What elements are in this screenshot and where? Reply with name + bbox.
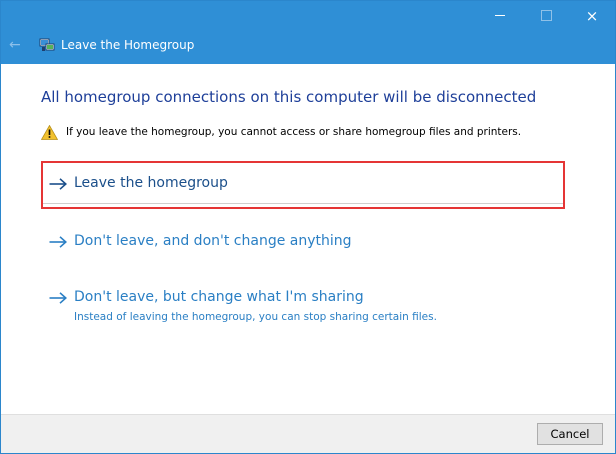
change-sharing-description: Instead of leaving the homegroup, you ca… — [74, 311, 437, 323]
window-controls: × — [477, 1, 615, 31]
arrow-right-icon — [49, 178, 67, 190]
warning-message: If you leave the homegroup, you cannot a… — [41, 124, 521, 140]
back-arrow-icon[interactable]: ← — [9, 37, 23, 53]
cancel-button[interactable]: Cancel — [537, 423, 603, 445]
change-sharing-label: Don't leave, but change what I'm sharing — [74, 289, 364, 305]
maximize-button[interactable] — [523, 1, 569, 31]
dialog-content: All homegroup connections on this comput… — [1, 64, 615, 414]
change-sharing-option[interactable]: Don't leave, but change what I'm sharing… — [41, 283, 565, 331]
minimize-button[interactable] — [477, 1, 523, 31]
warning-text: If you leave the homegroup, you cannot a… — [66, 126, 522, 138]
arrow-right-icon — [49, 236, 67, 248]
homegroup-icon — [39, 38, 55, 51]
page-heading: All homegroup connections on this comput… — [41, 88, 537, 106]
dialog-footer: Cancel — [1, 414, 615, 453]
option-focus-underline — [43, 203, 563, 204]
arrow-right-icon — [49, 292, 67, 304]
leave-homegroup-option[interactable]: Leave the homegroup — [41, 161, 565, 209]
close-icon: × — [585, 7, 599, 25]
window-title: Leave the Homegroup — [61, 38, 195, 52]
close-button[interactable]: × — [569, 1, 615, 31]
title-bar[interactable]: × ← Leave the Homegroup — [1, 1, 615, 64]
leave-homegroup-label: Leave the homegroup — [74, 175, 228, 191]
leave-homegroup-window: × ← Leave the Homegroup All homegroup co… — [0, 0, 616, 454]
warning-icon — [41, 124, 58, 140]
minimize-icon — [495, 15, 505, 16]
maximize-icon — [541, 10, 552, 21]
dont-leave-label: Don't leave, and don't change anything — [74, 233, 352, 249]
dont-leave-option[interactable]: Don't leave, and don't change anything — [41, 227, 565, 257]
